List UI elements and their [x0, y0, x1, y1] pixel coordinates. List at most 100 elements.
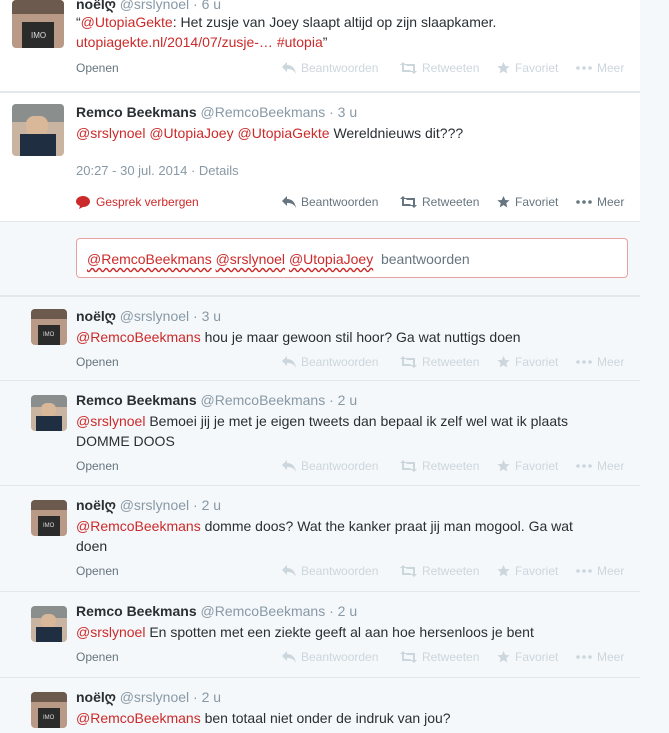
more-button[interactable]: Meer [576, 459, 624, 473]
reply-tweet[interactable]: IMO noëlღ @srslynoel · 3 u @RemcoBeekman… [0, 296, 640, 381]
mention-link[interactable]: @UtopiaJoey [149, 125, 233, 141]
mention-link[interactable]: @UtopiaGekte [81, 14, 173, 30]
username[interactable]: @RemcoBeekmans [201, 603, 326, 619]
open-link[interactable]: Openen [76, 355, 119, 369]
open-link[interactable]: Openen [76, 650, 119, 664]
star-icon [497, 565, 510, 577]
reply-icon [282, 651, 296, 663]
more-button[interactable]: Meer [576, 195, 624, 209]
reply-mention: @UtopiaJoey [288, 251, 374, 267]
tweet-text: @RemcoBeekmans domme doos? Wat the kanke… [76, 516, 636, 556]
reply-button[interactable]: Beantwoorden [282, 61, 378, 75]
username[interactable]: @srslynoel [120, 689, 189, 705]
tweet-header: Remco Beekmans @RemcoBeekmans · 2 u [76, 392, 357, 408]
full-name[interactable]: noëlღ [76, 0, 116, 12]
retweet-button[interactable]: Retweeten [400, 61, 479, 75]
tweet-time[interactable]: · 2 u [329, 392, 357, 408]
tweet-header: Remco Beekmans @RemcoBeekmans · 3 u [76, 104, 357, 120]
mention-link[interactable]: @RemcoBeekmans [76, 518, 201, 534]
open-link[interactable]: Openen [76, 61, 119, 75]
username[interactable]: @srslynoel [120, 497, 189, 513]
favorite-button[interactable]: Favoriet [497, 355, 558, 369]
reply-tweet[interactable]: Remco Beekmans @RemcoBeekmans · 2 u @srs… [0, 592, 640, 678]
avatar[interactable] [31, 606, 67, 642]
url-link[interactable]: utopiagekte.nl/2014/07/zusje-… [76, 34, 273, 50]
favorite-button[interactable]: Favoriet [497, 650, 558, 664]
favorite-button[interactable]: Favoriet [497, 195, 558, 209]
retweet-label: Retweeten [422, 61, 480, 75]
more-button[interactable]: Meer [576, 61, 624, 75]
retweet-button[interactable]: Retweeten [400, 650, 479, 664]
tweet-time[interactable]: · 2 u [329, 603, 357, 619]
star-icon [497, 651, 510, 663]
reply-tweet[interactable]: IMO noëlღ @srslynoel · 2 u @RemcoBeekman… [0, 486, 640, 592]
avatar[interactable] [12, 104, 64, 156]
full-name[interactable]: noëlღ [76, 689, 116, 705]
mention-link[interactable]: @srslynoel [76, 624, 145, 640]
full-name[interactable]: Remco Beekmans [76, 104, 197, 120]
details-link[interactable]: · Details [191, 163, 239, 178]
reply-button[interactable]: Beantwoorden [282, 564, 378, 578]
timestamp-text[interactable]: 20:27 - 30 jul. 2014 [76, 163, 187, 178]
reply-tweet[interactable]: Remco Beekmans @RemcoBeekmans · 2 u @srs… [0, 381, 640, 486]
tweet-actions: Openen Beantwoorden Retweeten Favoriet M… [76, 650, 628, 668]
tweet-text: @srslynoel En spotten met een ziekte gee… [76, 622, 636, 642]
retweet-button[interactable]: Retweeten [400, 459, 479, 473]
open-link[interactable]: Openen [76, 459, 119, 473]
tweet-time[interactable]: · 2 u [193, 689, 221, 705]
reply-icon [282, 356, 296, 368]
favorite-button[interactable]: Favoriet [497, 61, 558, 75]
more-dots-icon [576, 464, 592, 468]
hashtag-link[interactable]: #utopia [277, 34, 323, 50]
tweet-time[interactable]: · 3 u [329, 104, 357, 120]
tweet-actions: Beantwoorden Retweeten Favoriet Meer [76, 195, 628, 213]
svg-text:IMO: IMO [43, 332, 55, 338]
tweet-time[interactable]: · 6 u [193, 0, 221, 12]
full-name[interactable]: noëlღ [76, 497, 116, 513]
retweet-button[interactable]: Retweeten [400, 355, 479, 369]
reply-button[interactable]: Beantwoorden [282, 195, 378, 209]
mention-link[interactable]: @srslynoel [76, 125, 145, 141]
full-name[interactable]: Remco Beekmans [76, 603, 197, 619]
username[interactable]: @srslynoel [120, 0, 189, 12]
mention-link[interactable]: @srslynoel [76, 413, 145, 429]
favorite-button[interactable]: Favoriet [497, 459, 558, 473]
reply-button[interactable]: Beantwoorden [282, 650, 378, 664]
reply-input[interactable]: @RemcoBeekmans @srslynoel @UtopiaJoey be… [76, 238, 628, 278]
avatar[interactable]: IMO [31, 500, 67, 536]
reply-button[interactable]: Beantwoorden [282, 355, 378, 369]
tweet-time[interactable]: · 3 u [193, 308, 221, 324]
expanded-tweet[interactable]: Remco Beekmans @RemcoBeekmans · 3 u @srs… [0, 92, 640, 222]
reply-button[interactable]: Beantwoorden [282, 459, 378, 473]
retweet-button[interactable]: Retweeten [400, 195, 479, 209]
avatar[interactable]: IMO [31, 309, 67, 345]
tweet[interactable]: IMO noëlღ @srslynoel · 6 u “@UtopiaGekte… [0, 0, 640, 92]
reply-label: Beantwoorden [301, 650, 379, 664]
more-button[interactable]: Meer [576, 355, 624, 369]
retweet-icon [400, 460, 417, 472]
mention-link[interactable]: @UtopiaGekte [238, 125, 330, 141]
retweet-button[interactable]: Retweeten [400, 564, 479, 578]
mention-link[interactable]: @RemcoBeekmans [76, 710, 201, 726]
retweet-label: Retweeten [422, 459, 480, 473]
svg-text:IMO: IMO [43, 523, 55, 529]
mention-link[interactable]: @RemcoBeekmans [76, 329, 201, 345]
username[interactable]: @RemcoBeekmans [201, 104, 326, 120]
username[interactable]: @RemcoBeekmans [201, 392, 326, 408]
more-button[interactable]: Meer [576, 564, 624, 578]
more-label: Meer [597, 61, 625, 75]
avatar[interactable] [31, 395, 67, 431]
open-link[interactable]: Openen [76, 564, 119, 578]
more-dots-icon [576, 569, 592, 573]
tweet-actions: Openen Beantwoorden Retweeten Favoriet M… [76, 459, 628, 477]
username[interactable]: @srslynoel [120, 308, 189, 324]
avatar-image [31, 606, 67, 642]
reply-tweet[interactable]: IMO noëlღ @srslynoel · 2 u @RemcoBeekman… [0, 678, 640, 733]
avatar[interactable]: IMO [31, 692, 67, 728]
full-name[interactable]: Remco Beekmans [76, 392, 197, 408]
avatar[interactable]: IMO [12, 0, 64, 48]
tweet-time[interactable]: · 2 u [193, 497, 221, 513]
full-name[interactable]: noëlღ [76, 308, 116, 324]
favorite-button[interactable]: Favoriet [497, 564, 558, 578]
more-button[interactable]: Meer [576, 650, 624, 664]
